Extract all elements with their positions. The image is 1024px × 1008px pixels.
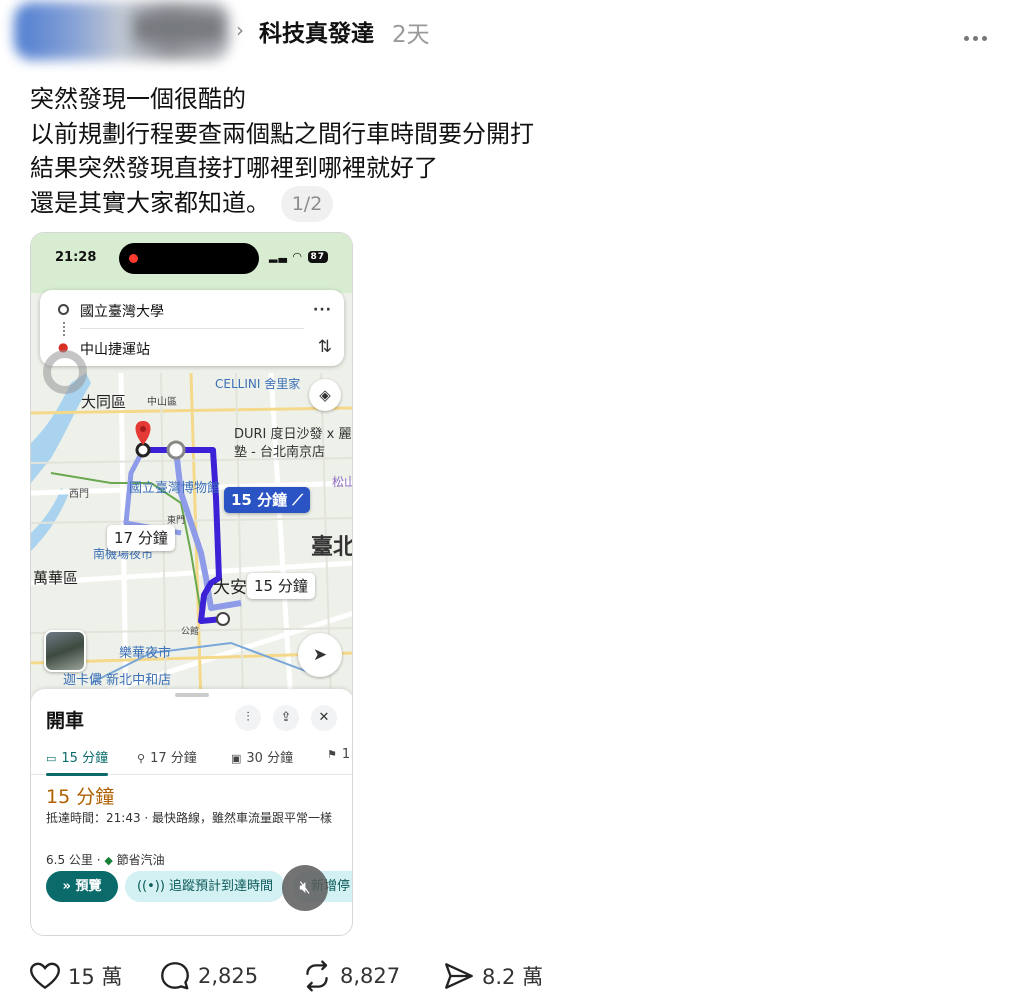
battery-icon: 87: [307, 251, 329, 263]
map-label-duri-2: 塾 - 台北南京店: [234, 445, 325, 460]
leaf-icon: ⟋: [292, 491, 303, 509]
phone-status-bar: 21:28 ▂▃ ◠ 87: [31, 233, 352, 285]
walk-icon: ⚑: [327, 748, 337, 761]
map-label-ximen: 西門: [69, 489, 89, 500]
more-icon[interactable]: ···: [313, 302, 332, 318]
swap-icon[interactable]: ⇅: [318, 337, 332, 357]
tab-transit[interactable]: ▣ 30 分鐘: [231, 747, 293, 775]
origin-label: 國立臺灣大學: [80, 304, 164, 320]
motorcycle-icon: ⚲: [137, 752, 146, 765]
transit-icon: ▣: [231, 752, 242, 765]
eta-detail: 抵達時間：21:43 · 最快路線，雖然車流量跟平常一樣: [46, 811, 333, 825]
filter-icon[interactable]: ⫶: [235, 705, 261, 731]
comment-count: 2,825: [198, 964, 259, 988]
tab-label: 30 分鐘: [246, 751, 294, 766]
map-label-cellini: CELLINI 舍里家: [215, 377, 301, 391]
blurred-user-info: [14, 2, 230, 60]
car-icon: ▭: [46, 752, 57, 765]
post-image[interactable]: 21:28 ▂▃ ◠ 87 國立臺灣大學 ··· ● 中山捷運站 ⇅ ◈ CEL…: [30, 232, 353, 936]
share-icon[interactable]: ⇪: [273, 705, 299, 731]
map-label-zhongshan-small: 中山區: [147, 397, 177, 408]
sheet-drag-handle[interactable]: [175, 693, 209, 697]
track-eta-label: 追蹤預計到達時間: [169, 879, 274, 894]
route-divider: [80, 328, 304, 329]
map-label-museum: 國立臺灣博物館: [129, 481, 221, 496]
tab-drive[interactable]: ▭ 15 分鐘: [46, 747, 109, 776]
more-icon[interactable]: [964, 26, 996, 41]
close-icon[interactable]: ✕: [311, 705, 337, 731]
preview-label: 預覽: [75, 879, 102, 894]
distance-label: 6.5 公里: [46, 853, 93, 867]
source-account-name[interactable]: 科技真發達: [259, 14, 374, 48]
map-view[interactable]: 21:28 ▂▃ ◠ 87 國立臺灣大學 ··· ● 中山捷運站 ⇅ ◈ CEL…: [31, 233, 353, 703]
comment-button[interactable]: 2,825: [158, 956, 258, 996]
eta-duration: 15 分鐘: [46, 786, 115, 808]
post-line: 結果突然發現直接打哪裡到哪裡就好了: [30, 154, 438, 182]
heart-icon: [30, 962, 60, 990]
tab-label: 15 分鐘: [61, 751, 109, 766]
like-count: 15 萬: [68, 965, 123, 989]
touch-indicator: [43, 350, 87, 394]
map-label-datong: 大同區: [81, 393, 127, 411]
tab-label: 1: [341, 747, 351, 762]
origin-dot-icon: [58, 304, 69, 315]
repost-count: 8,827: [340, 964, 401, 988]
send-icon: [445, 963, 473, 989]
map-label-lehua: 樂華夜市: [119, 646, 172, 661]
dynamic-island: [119, 243, 259, 274]
route-time-chip-label: 15 分鐘: [231, 491, 288, 509]
fuel-saving-label: 節省汽油: [116, 853, 165, 867]
map-label-daan: 大安: [213, 578, 247, 598]
comment-icon: [161, 962, 189, 990]
tab-label: 17 分鐘: [150, 751, 197, 766]
leaf-icon: ◆: [104, 854, 113, 867]
route-time-chip-primary[interactable]: 15 分鐘 ⟋: [224, 487, 310, 513]
share-button[interactable]: 8.2 萬: [442, 956, 543, 996]
status-icons: ▂▃ ◠ 87: [269, 250, 329, 263]
destination-label: 中山捷運站: [80, 342, 150, 358]
locate-icon[interactable]: ➤: [298, 633, 342, 677]
route-input-box[interactable]: 國立臺灣大學 ··· ● 中山捷運站 ⇅: [40, 290, 344, 366]
repost-icon: [306, 960, 328, 992]
map-label-duri-1: DURI 度日沙發 x 麗: [234, 427, 352, 442]
track-eta-button[interactable]: ((•)) 追蹤預計到達時間: [125, 871, 285, 902]
post-line: 突然發現一個很酷的: [30, 85, 246, 113]
mute-icon[interactable]: 🔇︎: [282, 865, 328, 911]
destination-field[interactable]: ● 中山捷運站 ⇅: [40, 333, 344, 363]
tab-motorcycle[interactable]: ⚲ 17 分鐘: [137, 747, 197, 775]
preview-button[interactable]: » 預覽: [46, 871, 118, 902]
post-header: › 科技真發達 2天: [0, 0, 1024, 62]
sheet-title: 開車: [46, 710, 85, 732]
image-pager-badge: 1/2: [281, 186, 333, 222]
route-time-chip-alt-1[interactable]: 17 分鐘: [107, 525, 175, 551]
share-count: 8.2 萬: [482, 965, 544, 989]
post-line: 還是其實大家都知道。: [30, 188, 270, 217]
status-time: 21:28: [55, 250, 97, 265]
post-actions: 15 萬 2,825 8,827 8.2 萬: [0, 956, 1024, 1000]
post-time: 2天: [392, 22, 430, 48]
travel-mode-tabs: ▭ 15 分鐘 ⚲ 17 分鐘 ▣ 30 分鐘 ⚑ 1: [31, 747, 352, 776]
route-time-chip-alt-2[interactable]: 15 分鐘: [247, 573, 315, 599]
like-button[interactable]: 15 萬: [28, 956, 122, 996]
map-label-taipei: 臺北: [311, 535, 353, 560]
map-label-gongguan: 公館: [181, 627, 200, 637]
eta-distance-row: 6.5 公里 · ◆ 節省汽油: [46, 853, 165, 867]
tab-walk[interactable]: ⚑ 1: [327, 747, 350, 775]
chevron-right-icon: ›: [236, 18, 244, 42]
map-label-songshan: 松山: [332, 475, 352, 489]
origin-field[interactable]: 國立臺灣大學 ···: [40, 295, 344, 325]
post-line: 以前規劃行程要查兩個點之間行車時間要分開打: [30, 119, 534, 148]
map-label-wanhua: 萬華區: [33, 569, 79, 587]
post-body: 突然發現一個很酷的 以前規劃行程要查兩個點之間行車時間要分開打 結果突然發現直接…: [30, 82, 730, 220]
street-view-thumbnail[interactable]: [44, 630, 86, 672]
repost-button[interactable]: 8,827: [300, 956, 400, 996]
directions-sheet: 開車 ⫶ ⇪ ✕ ▭ 15 分鐘 ⚲ 17 分鐘 ▣ 30 分鐘 ⚑ 1 15 分鐘 抵…: [31, 689, 352, 935]
layers-icon[interactable]: ◈: [309, 379, 341, 411]
